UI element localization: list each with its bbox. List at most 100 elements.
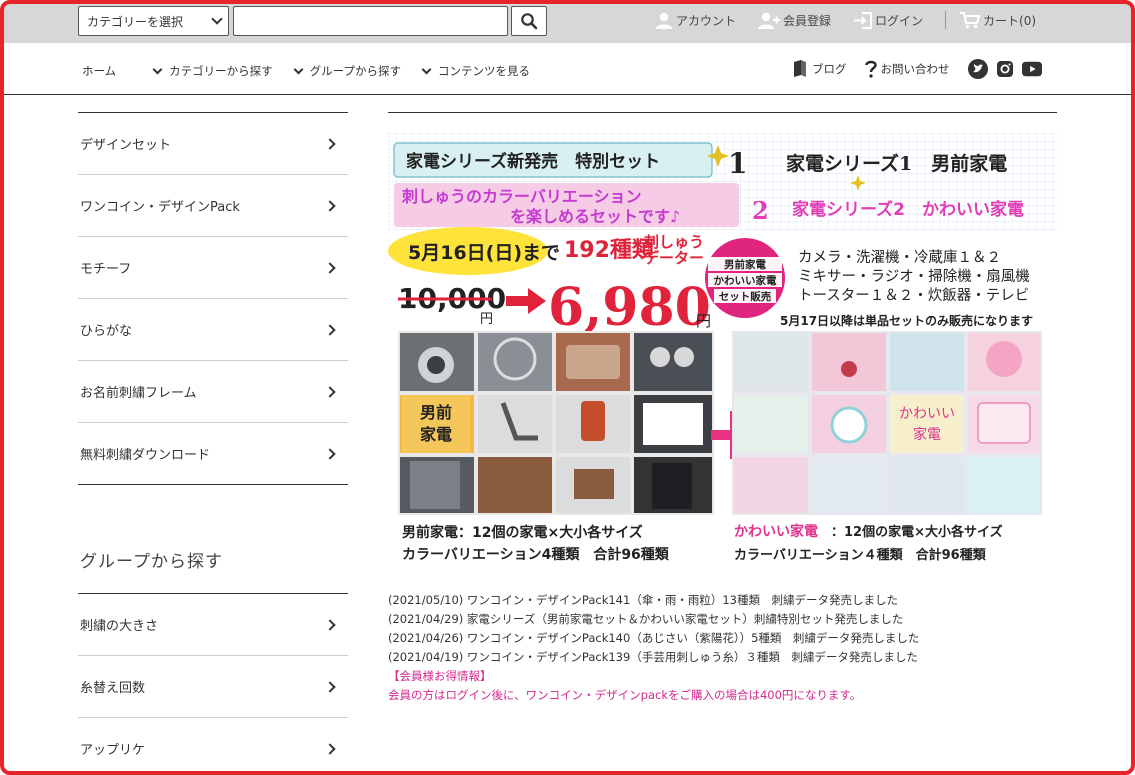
series-1-number: 1	[728, 147, 747, 180]
otokomae-label-2: 家電	[420, 425, 452, 444]
cart-label: カート(0)	[983, 13, 1037, 28]
set-badge-line-1: 男前家電	[724, 258, 766, 271]
series-2-number: 2	[752, 196, 769, 225]
question-icon	[864, 60, 877, 78]
notice-text: 5月17日以降は単品セットのみ販売になります	[780, 313, 1033, 328]
search-button[interactable]	[511, 6, 547, 36]
divider	[945, 11, 947, 29]
bottom-left-line-2: カラーバリエーション4種類 合計96種類	[402, 546, 670, 563]
main-divider	[388, 112, 1057, 113]
category-select-label: カテゴリーを選択	[87, 15, 184, 29]
chevron-right-icon	[324, 323, 336, 336]
sidebar-item-one-coin-pack[interactable]: ワンコイン・デザインPack	[78, 175, 348, 237]
nav-category-search[interactable]: カテゴリーから探す	[152, 63, 273, 79]
nav-group-search[interactable]: グループから探す	[293, 63, 401, 79]
news-text: 家電シリーズ（男前家電セット＆かわいい家電セット）刺繍特別セット発売しました	[466, 612, 904, 626]
chevron-right-icon	[324, 199, 336, 212]
news-item[interactable]: (2021/04/19) ワンコイン・デザインPack139（手芸用刺しゅう糸）…	[388, 648, 919, 667]
sidebar-item-label: 糸替え回数	[80, 681, 146, 696]
chevron-down-icon	[152, 64, 163, 74]
account-label: アカウント	[676, 13, 737, 28]
nav-contact-label: お問い合わせ	[880, 62, 950, 76]
main-nav: ホーム カテゴリーから探す グループから探す コンテンツを見る ブログ お問い合…	[4, 43, 1131, 95]
sidebar-item-hiragana[interactable]: ひらがな	[78, 299, 348, 361]
member-info-text: 会員の方はログイン後に、ワンコイン・デザインpackをご購入の場合は400円にな…	[388, 688, 862, 702]
promo-banner[interactable]: 家電シリーズ新発売 特別セット 1 家電シリーズ1 男前家電 刺しゅうのカラーバ…	[388, 133, 1057, 568]
user-icon	[656, 12, 672, 29]
register-label: 会員登録	[783, 13, 832, 28]
instagram-icon	[996, 61, 1013, 77]
sidebar-item-label: お名前刺繍フレーム	[80, 386, 197, 401]
bottom-right-line-2: カラーバリエーション４種類 合計96種類	[734, 547, 987, 563]
chevron-right-icon	[324, 618, 336, 631]
sidebar-item-label: アップリケ	[80, 743, 146, 758]
sidebar-item-name-frame[interactable]: お名前刺繍フレーム	[78, 361, 348, 423]
cart-link[interactable]: カート(0)	[960, 11, 1037, 29]
chevron-down-icon	[293, 64, 304, 74]
news-date: (2021/04/26)	[388, 631, 464, 645]
set-badge-line-3: セット販売	[719, 290, 772, 303]
sidebar-item-design-set[interactable]: デザインセット	[78, 113, 348, 175]
instagram-link[interactable]	[995, 59, 1015, 79]
cart-icon	[960, 11, 981, 28]
items-line-3: トースター１＆２・炊飯器・テレビ	[798, 287, 1029, 304]
banner-subtitle-2: を楽しめるセットです♪	[510, 207, 680, 226]
news-date: (2021/05/10)	[388, 593, 464, 607]
chevron-right-icon	[324, 137, 336, 150]
twitter-link[interactable]	[967, 59, 988, 79]
sidebar-item-thread-changes[interactable]: 糸替え回数	[78, 656, 348, 718]
sidebar-item-label: モチーフ	[80, 262, 132, 277]
chevron-right-icon	[324, 680, 336, 693]
series-1-title: 家電シリーズ1 男前家電	[786, 152, 1007, 175]
register-link[interactable]: 会員登録	[758, 12, 831, 29]
otokomae-label-1: 男前	[420, 403, 452, 422]
chevron-right-icon	[324, 261, 336, 274]
nav-category-label: カテゴリーから探す	[169, 64, 273, 78]
login-link[interactable]: ログイン	[853, 11, 923, 29]
nav-contents[interactable]: コンテンツを見る	[421, 63, 530, 79]
sidebar-item-label: デザインセット	[80, 138, 172, 153]
bottom-left-line-1: 男前家電：12個の家電×大小各サイズ	[402, 524, 643, 541]
twitter-icon	[967, 59, 988, 79]
news-date: (2021/04/29)	[388, 612, 464, 626]
items-line-1: カメラ・洗濯機・冷蔵庫１＆２	[798, 249, 1001, 266]
sidebar-item-free-download[interactable]: 無料刺繍ダウンロード	[78, 423, 348, 485]
chevron-down-icon	[421, 64, 432, 74]
nav-blog[interactable]: ブログ	[792, 60, 847, 78]
account-link[interactable]: アカウント	[655, 12, 736, 29]
news-item[interactable]: (2021/05/10) ワンコイン・デザインPack141（傘・雨・雨粒）13…	[388, 591, 919, 610]
sidebar-item-label: 刺繍の大きさ	[80, 619, 159, 634]
new-price: 6,980	[548, 277, 711, 338]
news-text: ワンコイン・デザインPack141（傘・雨・雨粒）13種類 刺繍データ発売しまし…	[466, 593, 898, 607]
news-item[interactable]: (2021/04/29) 家電シリーズ（男前家電セット＆かわいい家電セット）刺繍…	[388, 610, 919, 629]
sidebar: デザインセット ワンコイン・デザインPack モチーフ ひらがな お名前刺繍フレ…	[78, 112, 348, 775]
kinds-suffix-2: データー	[644, 249, 704, 267]
chevron-right-icon	[324, 385, 336, 398]
news-text: ワンコイン・デザインPack140（あじさい（紫陽花））5種類 刺繍データ発売し…	[466, 631, 920, 645]
banner-title: 家電シリーズ新発売 特別セット	[406, 151, 660, 172]
set-badge-line-2: かわいい家電	[714, 274, 777, 287]
nav-blog-label: ブログ	[812, 62, 847, 76]
kawaii-tiles	[732, 331, 1042, 515]
sidebar-item-applique[interactable]: アップリケ	[78, 718, 348, 775]
category-select[interactable]: カテゴリーを選択	[78, 6, 229, 36]
banner-subtitle-1: 刺しゅうのカラーバリエーション	[401, 187, 642, 206]
search-input[interactable]	[233, 6, 508, 36]
bottom-right-line-1b: ：12個の家電×大小各サイズ	[831, 524, 1003, 540]
nav-home[interactable]: ホーム	[82, 63, 132, 79]
sidebar-item-label: ひらがな	[80, 324, 133, 339]
series-2-title: 家電シリーズ2 かわいい家電	[792, 199, 1024, 220]
news-date: (2021/04/19)	[388, 650, 464, 664]
news-list: (2021/05/10) ワンコイン・デザインPack141（傘・雨・雨粒）13…	[388, 591, 919, 705]
youtube-link[interactable]	[1021, 59, 1042, 79]
deadline-text: 5月16日(日)まで	[408, 242, 560, 264]
sidebar-item-motif[interactable]: モチーフ	[78, 237, 348, 299]
search-icon	[521, 13, 538, 30]
nav-contact[interactable]: お問い合わせ	[864, 60, 950, 78]
sidebar-item-label: 無料刺繍ダウンロード	[80, 448, 211, 463]
news-item[interactable]: (2021/04/26) ワンコイン・デザインPack140（あじさい（紫陽花）…	[388, 629, 919, 648]
user-plus-icon	[758, 12, 781, 29]
sidebar-item-label: ワンコイン・デザインPack	[80, 200, 240, 215]
news-text: ワンコイン・デザインPack139（手芸用刺しゅう糸）３種類 刺繍データ発売しま…	[466, 650, 918, 664]
sidebar-item-size[interactable]: 刺繍の大きさ	[78, 594, 348, 656]
